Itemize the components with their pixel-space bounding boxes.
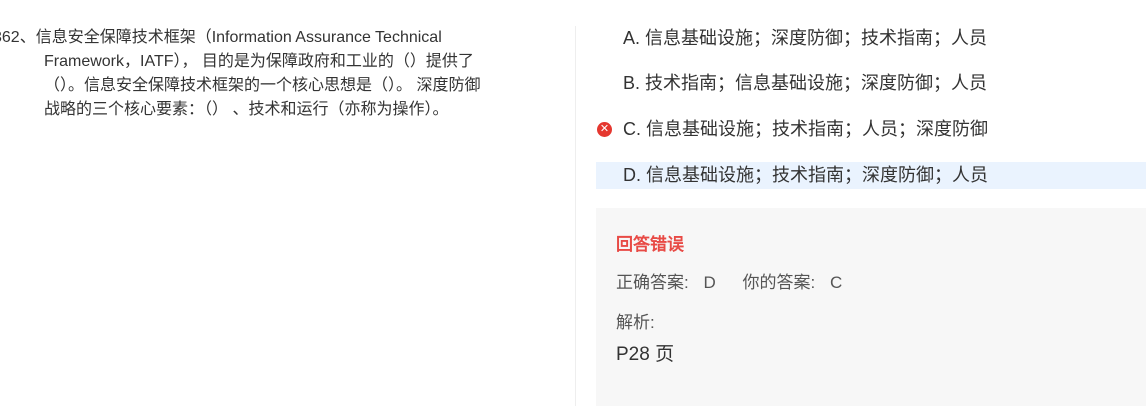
- analysis-label: 解析:: [616, 313, 655, 332]
- question-line: Framework，IATF）， 目的是为保障政府和工业的（）提供了: [44, 53, 474, 70]
- option-label: B. 技术指南；信息基础设施；深度防御；人员: [623, 73, 988, 93]
- option-c[interactable]: ✕ C. 信息基础设施；技术指南；人员；深度防御: [596, 116, 1146, 143]
- option-label: D. 信息基础设施；技术指南；深度防御；人员: [623, 165, 988, 185]
- option-d[interactable]: D. 信息基础设施；技术指南；深度防御；人员: [596, 162, 1146, 189]
- your-answer-label: 你的答案:: [742, 273, 816, 292]
- option-a[interactable]: A. 信息基础设施；深度防御；技术指南；人员: [596, 25, 1146, 52]
- option-label: A. 信息基础设施；深度防御；技术指南；人员: [623, 28, 988, 48]
- question-line: （）。信息安全保障技术框架的一个核心思想是（）。 深度防御: [44, 77, 481, 94]
- correct-answer-label: 正确答案:: [616, 273, 689, 292]
- your-answer-value: C: [829, 273, 843, 292]
- question-line: 战略的三个核心要素：（） 、技术和运行（亦称为操作）。: [44, 101, 449, 118]
- answer-row: 正确答案: D 你的答案: C: [616, 268, 852, 293]
- result-status: 回答错误: [616, 235, 684, 254]
- answer-result-panel: 回答错误 正确答案: D 你的答案: C 解析: P28 页: [596, 208, 1146, 406]
- analysis-text: P28 页: [616, 344, 675, 365]
- quiz-page: 362、信息安全保障技术框架（Information Assurance Tec…: [0, 0, 1146, 406]
- close-circle-icon: ✕: [597, 122, 612, 137]
- option-b[interactable]: B. 技术指南；信息基础设施；深度防御；人员: [596, 70, 1146, 97]
- correct-answer-value: D: [703, 273, 716, 292]
- question-line: 362、信息安全保障技术框架（Information Assurance Tec…: [0, 29, 442, 46]
- option-label: C. 信息基础设施；技术指南；人员；深度防御: [623, 119, 988, 139]
- column-divider: [575, 26, 576, 406]
